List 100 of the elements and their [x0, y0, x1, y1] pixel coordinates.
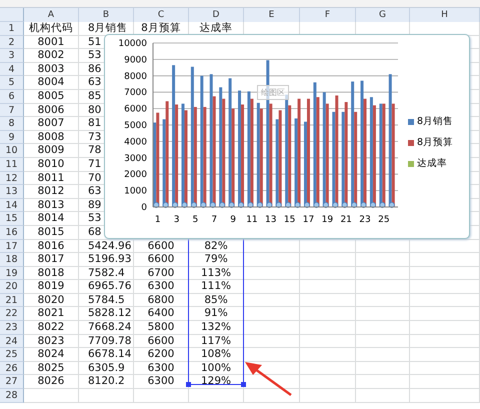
row-header[interactable]: 15 — [0, 212, 24, 226]
data-point-marker[interactable] — [228, 202, 235, 208]
table-cell: 8004 — [24, 76, 79, 90]
row-header[interactable]: 17 — [0, 240, 24, 254]
row-header[interactable]: 8 — [0, 117, 24, 131]
data-point-marker[interactable] — [322, 202, 329, 208]
row-header[interactable]: 11 — [0, 158, 24, 172]
data-point-marker[interactable] — [342, 202, 348, 208]
bar[interactable] — [294, 118, 298, 207]
bar[interactable] — [335, 95, 338, 207]
tooltip: 绘图区 — [257, 85, 289, 100]
data-point-marker[interactable] — [388, 202, 395, 208]
row-header[interactable]: 9 — [0, 130, 24, 144]
x-tick-label: 7 — [211, 215, 218, 225]
row-header[interactable]: 25 — [0, 348, 24, 362]
bar[interactable] — [260, 108, 263, 207]
row-header[interactable]: 27 — [0, 375, 24, 390]
bar[interactable] — [351, 82, 354, 207]
data-point-marker[interactable] — [379, 202, 386, 208]
row-header[interactable]: 1 — [0, 22, 24, 36]
bar[interactable] — [276, 119, 279, 207]
data-point-marker[interactable] — [153, 202, 160, 208]
data-point-marker[interactable] — [294, 202, 301, 208]
column-header[interactable]: H — [410, 8, 480, 22]
bar[interactable] — [184, 110, 188, 207]
row-header[interactable]: 13 — [0, 185, 24, 199]
bar[interactable] — [238, 90, 242, 207]
bar[interactable] — [372, 105, 376, 207]
column-header[interactable]: A — [24, 8, 79, 22]
data-point-marker[interactable] — [285, 202, 292, 208]
bar[interactable] — [304, 122, 307, 207]
data-point-marker[interactable] — [332, 202, 338, 208]
row-header[interactable]: 28 — [0, 389, 24, 403]
table-cell: 机构代码 — [24, 22, 79, 36]
data-point-marker[interactable] — [172, 202, 178, 208]
bar[interactable] — [241, 104, 244, 207]
data-point-marker[interactable] — [256, 202, 263, 208]
chart-panel[interactable]: 0 1000 2000 3000 4000 5000 6000 7000 8000 9000 10000 1 3 5 7 9 11 13 15 17 19 21 23 25 绘图区 8月销售 8月预算 达成率 — [104, 34, 470, 239]
bar[interactable] — [162, 119, 166, 207]
bar[interactable] — [306, 98, 310, 207]
data-point-marker[interactable] — [210, 202, 216, 208]
row-header[interactable]: 20 — [0, 280, 24, 294]
bar[interactable] — [203, 106, 206, 207]
x-tick-label: 21 — [340, 215, 352, 225]
bar[interactable] — [250, 98, 254, 207]
select-all-corner[interactable] — [0, 8, 24, 22]
row-header[interactable]: 26 — [0, 362, 24, 376]
row-header[interactable]: 22 — [0, 307, 24, 322]
bar[interactable] — [316, 97, 320, 207]
bar[interactable] — [228, 78, 232, 207]
data-point-marker[interactable] — [200, 202, 206, 208]
row-header[interactable]: 21 — [0, 294, 24, 308]
data-point-marker[interactable] — [238, 202, 244, 208]
column-header[interactable]: F — [300, 8, 356, 22]
row-header[interactable]: 12 — [0, 172, 24, 186]
row-header[interactable]: 10 — [0, 144, 24, 158]
data-point-marker[interactable] — [219, 202, 226, 208]
row-header[interactable]: 16 — [0, 226, 24, 240]
row-header[interactable]: 14 — [0, 198, 24, 212]
row-header[interactable]: 18 — [0, 253, 24, 267]
row-header[interactable]: 7 — [0, 104, 24, 118]
data-point-marker[interactable] — [162, 202, 169, 208]
row-header[interactable]: 23 — [0, 321, 24, 335]
bar[interactable] — [392, 104, 395, 207]
data-point-marker[interactable] — [360, 202, 367, 208]
data-point-marker[interactable] — [190, 202, 197, 208]
data-point-marker[interactable] — [304, 202, 310, 208]
column-header[interactable]: C — [134, 8, 189, 22]
bar[interactable] — [212, 96, 216, 207]
column-header[interactable]: D — [189, 8, 244, 22]
column-header[interactable]: B — [79, 8, 134, 22]
column-header[interactable]: G — [356, 8, 410, 22]
bar[interactable] — [181, 104, 184, 207]
table-cell: 6600 — [134, 253, 189, 267]
row-header[interactable]: 24 — [0, 334, 24, 348]
row-header[interactable]: 2 — [0, 36, 24, 50]
table-cell: 111% — [189, 280, 244, 294]
bar[interactable] — [382, 104, 386, 207]
column-header[interactable]: E — [244, 8, 300, 22]
row-header[interactable]: 3 — [0, 49, 24, 63]
data-point-marker[interactable] — [181, 202, 188, 208]
bar[interactable] — [342, 112, 345, 207]
data-point-marker[interactable] — [276, 202, 282, 208]
bar[interactable] — [219, 87, 222, 207]
bar[interactable] — [360, 80, 364, 207]
bar[interactable] — [326, 104, 329, 207]
bar[interactable] — [172, 65, 176, 207]
data-point-marker[interactable] — [351, 202, 358, 208]
bar[interactable] — [194, 106, 197, 207]
row-header[interactable]: 19 — [0, 266, 24, 280]
data-point-marker[interactable] — [266, 202, 272, 208]
data-point-marker[interactable] — [370, 202, 376, 208]
row-header[interactable]: 4 — [0, 62, 24, 76]
bar[interactable] — [269, 104, 272, 207]
table-cell: 8025 — [24, 362, 79, 376]
row-header[interactable]: 6 — [0, 90, 24, 104]
data-point-marker[interactable] — [247, 202, 254, 208]
row-header[interactable]: 5 — [0, 76, 24, 90]
bar[interactable] — [364, 98, 367, 207]
data-point-marker[interactable] — [313, 202, 320, 208]
